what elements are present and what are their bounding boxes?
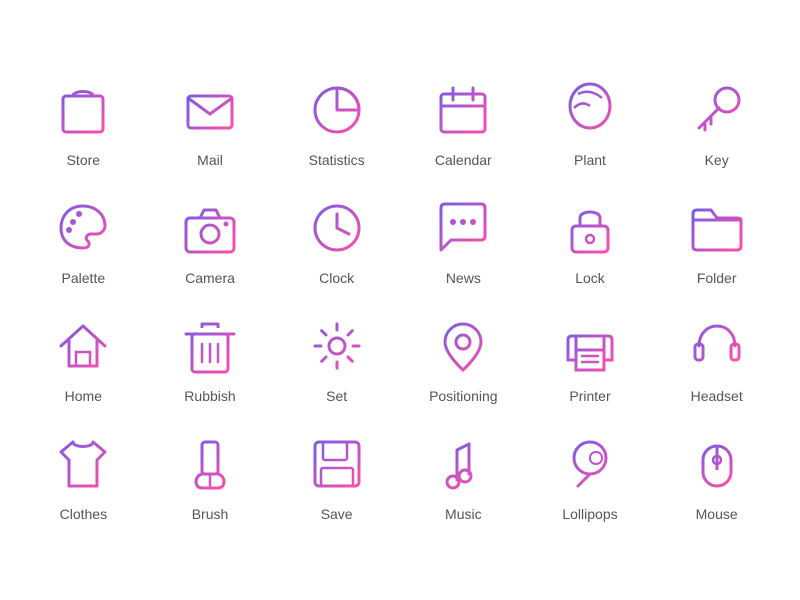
icon-item-lock[interactable]: Lock [527, 182, 654, 300]
icon-item-mail[interactable]: Mail [147, 64, 274, 182]
printer-label: Printer [569, 388, 610, 404]
positioning-label: Positioning [429, 388, 498, 404]
icon-grid: Store Mail Stati [10, 54, 790, 546]
icon-item-home[interactable]: Home [20, 300, 147, 418]
icon-item-save[interactable]: Save [273, 418, 400, 536]
icon-item-store[interactable]: Store [20, 64, 147, 182]
icon-item-clock[interactable]: Clock [273, 182, 400, 300]
mouse-label: Mouse [696, 506, 738, 522]
icon-item-lollipops[interactable]: Lollipops [527, 418, 654, 536]
rubbish-label: Rubbish [184, 388, 235, 404]
icon-item-rubbish[interactable]: Rubbish [147, 300, 274, 418]
icon-item-statistics[interactable]: Statistics [273, 64, 400, 182]
brush-label: Brush [192, 506, 229, 522]
icon-item-key[interactable]: Key [653, 64, 780, 182]
calendar-label: Calendar [435, 152, 492, 168]
music-label: Music [445, 506, 482, 522]
plant-label: Plant [574, 152, 606, 168]
set-label: Set [326, 388, 347, 404]
icon-item-headset[interactable]: Headset [653, 300, 780, 418]
clock-label: Clock [319, 270, 354, 286]
mail-label: Mail [197, 152, 223, 168]
icon-item-positioning[interactable]: Positioning [400, 300, 527, 418]
store-label: Store [67, 152, 100, 168]
icon-item-printer[interactable]: Printer [527, 300, 654, 418]
lock-label: Lock [575, 270, 605, 286]
icon-item-set[interactable]: Set [273, 300, 400, 418]
icon-item-folder[interactable]: Folder [653, 182, 780, 300]
clothes-label: Clothes [60, 506, 107, 522]
icon-item-plant[interactable]: Plant [527, 64, 654, 182]
key-label: Key [705, 152, 729, 168]
icon-item-camera[interactable]: Camera [147, 182, 274, 300]
save-label: Save [321, 506, 353, 522]
icon-item-music[interactable]: Music [400, 418, 527, 536]
icon-item-brush[interactable]: Brush [147, 418, 274, 536]
icon-item-clothes[interactable]: Clothes [20, 418, 147, 536]
statistics-label: Statistics [309, 152, 365, 168]
icon-item-news[interactable]: News [400, 182, 527, 300]
icon-item-palette[interactable]: Palette [20, 182, 147, 300]
camera-label: Camera [185, 270, 235, 286]
palette-label: Palette [62, 270, 106, 286]
folder-label: Folder [697, 270, 737, 286]
lollipops-label: Lollipops [562, 506, 617, 522]
icon-item-mouse[interactable]: Mouse [653, 418, 780, 536]
headset-label: Headset [691, 388, 743, 404]
icon-item-calendar[interactable]: Calendar [400, 64, 527, 182]
news-label: News [446, 270, 481, 286]
home-label: Home [65, 388, 102, 404]
